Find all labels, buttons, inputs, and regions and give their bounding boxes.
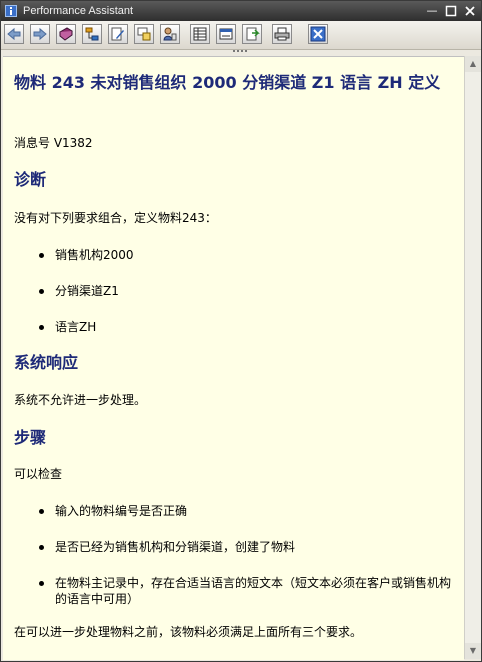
bullet [39, 289, 44, 294]
message-number: 消息号 V1382 [14, 136, 93, 150]
edit-button[interactable] [108, 24, 128, 44]
list-item: 分销渠道Z1 [55, 284, 119, 298]
structure-icon [85, 27, 99, 41]
vertical-scrollbar[interactable]: ▲ ▼ [464, 56, 481, 659]
scroll-down-icon[interactable]: ▼ [465, 643, 481, 659]
minimize-icon[interactable]: — [425, 4, 439, 18]
table-button[interactable] [190, 24, 210, 44]
maximize-icon[interactable] [444, 4, 458, 18]
toolbar [1, 21, 481, 50]
bullet [39, 509, 44, 514]
export-button[interactable] [242, 24, 262, 44]
settings-button[interactable] [216, 24, 236, 44]
list-item: 输入的物料编号是否正确 [55, 504, 188, 518]
window-title: Performance Assistant [23, 5, 134, 17]
back-icon [7, 27, 21, 41]
user-button[interactable] [160, 24, 180, 44]
title-bar[interactable]: Performance Assistant — [1, 1, 481, 21]
book-icon [59, 27, 73, 41]
procedure-intro: 可以检查 [14, 467, 63, 481]
scroll-up-icon[interactable]: ▲ [465, 56, 481, 72]
info-icon [5, 5, 17, 17]
list-item: 在物料主记录中，存在合适当语言的短文本（短文本必须在客户或销售机构的语言中可用） [55, 576, 452, 606]
structure-button[interactable] [82, 24, 102, 44]
settings-icon [219, 28, 233, 40]
resize-grip[interactable] [231, 49, 251, 54]
table-icon [193, 27, 207, 41]
print-button[interactable] [272, 24, 292, 44]
forward-button[interactable] [30, 24, 50, 44]
user-icon [163, 27, 177, 41]
bullet [39, 253, 44, 258]
tech-info-button[interactable] [134, 24, 154, 44]
list-item: 销售机构2000 [55, 248, 134, 262]
performance-assistant-window: Performance Assistant — 物料 243 未对销售组织 20… [0, 0, 482, 662]
bullet [39, 545, 44, 550]
forward-icon [33, 27, 47, 41]
diagnosis-intro: 没有对下列要求组合，定义物料243： [14, 211, 217, 225]
tech-info-icon [137, 27, 151, 41]
procedure-closing: 在可以进一步处理物料之前，该物料必须满足上面所有三个要求。 [14, 625, 363, 639]
page-title: 物料 243 未对销售组织 2000 分销渠道 Z1 语言 ZH 定义 [14, 73, 441, 92]
procedure-heading: 步骤 [14, 428, 47, 447]
edit-icon [111, 27, 124, 41]
back-button[interactable] [4, 24, 24, 44]
document-content: 物料 243 未对销售组织 2000 分销渠道 Z1 语言 ZH 定义 消息号 … [3, 56, 464, 660]
window-close-icon[interactable] [463, 4, 477, 18]
list-item: 语言ZH [55, 320, 97, 334]
list-item: 是否已经为销售机构和分销渠道，创建了物料 [55, 540, 296, 554]
export-icon [246, 27, 260, 41]
bullet [39, 581, 44, 586]
bullet [39, 325, 44, 330]
response-text: 系统不允许进一步处理。 [14, 393, 147, 407]
close-button[interactable] [308, 24, 328, 44]
close-icon [310, 26, 326, 42]
diagnosis-heading: 诊断 [14, 170, 47, 189]
print-icon [274, 27, 290, 41]
book-button[interactable] [56, 24, 76, 44]
response-heading: 系统响应 [14, 353, 79, 372]
